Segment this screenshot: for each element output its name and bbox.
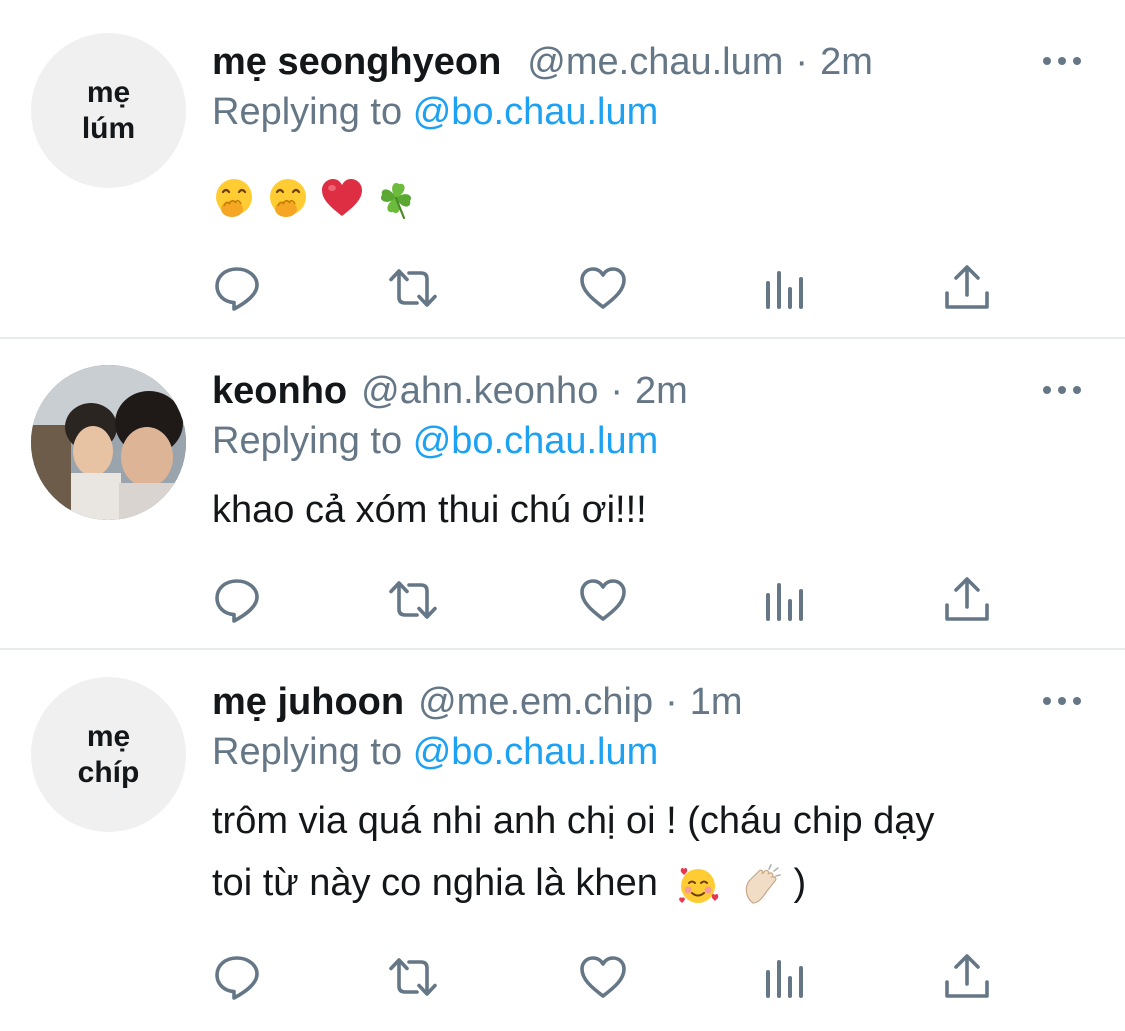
action-bar: [212, 263, 1002, 313]
avatar-text-line: mẹ: [86, 75, 131, 109]
tweet[interactable]: mẹ lúm mẹ seonghyeon @me.chau.lum · 2m R…: [0, 0, 1125, 339]
timestamp[interactable]: 1m: [690, 676, 743, 728]
mention-link[interactable]: @bo.chau.lum: [413, 731, 659, 773]
smiling-face-with-hearts-icon: [676, 863, 720, 907]
tweet-body-line: toi từ này co nghia là khen ): [212, 852, 806, 914]
display-name[interactable]: mẹ juhoon: [212, 676, 404, 728]
separator-dot: ·: [665, 681, 678, 723]
reply-icon[interactable]: [212, 952, 262, 1002]
like-icon[interactable]: [578, 263, 628, 313]
clapping-hands-icon: [739, 863, 783, 907]
mention-link[interactable]: @bo.chau.lum: [413, 91, 659, 133]
mention-link[interactable]: @bo.chau.lum: [413, 420, 659, 462]
more-icon[interactable]: [1043, 56, 1081, 66]
tweet-body: khao cả xóm thui chú ơi!!!: [212, 489, 647, 531]
red-heart-icon: [320, 176, 364, 220]
replying-to: Replying to @bo.chau.lum: [212, 416, 658, 466]
avatar-text-line: mẹ: [86, 719, 131, 753]
body-text: toi từ này co nghia là khen: [212, 862, 658, 904]
replying-to: Replying to @bo.chau.lum: [212, 727, 658, 777]
share-icon[interactable]: [942, 575, 992, 625]
retweet-icon[interactable]: [388, 263, 438, 313]
avatar[interactable]: mẹ lúm: [31, 33, 186, 188]
four-leaf-clover-icon: [374, 176, 418, 220]
separator-dot: ·: [610, 370, 623, 412]
tweet-header: mẹ juhoon @me.em.chip · 1m: [212, 676, 743, 728]
like-icon[interactable]: [578, 952, 628, 1002]
user-handle[interactable]: @me.chau.lum: [527, 36, 783, 88]
tweet[interactable]: keonho @ahn.keonho · 2m Replying to @bo.…: [0, 339, 1125, 650]
avatar[interactable]: mẹ chíp: [31, 677, 186, 832]
reply-icon[interactable]: [212, 575, 262, 625]
tweet-header: keonho @ahn.keonho · 2m: [212, 365, 688, 417]
like-icon[interactable]: [578, 575, 628, 625]
replying-prefix: Replying to: [212, 91, 403, 133]
tweet[interactable]: mẹ chíp mẹ juhoon @me.em.chip · 1m Reply…: [0, 650, 1125, 1031]
separator-dot: ·: [795, 41, 809, 83]
display-name[interactable]: keonho: [212, 365, 347, 417]
action-bar: [212, 952, 1002, 1002]
face-with-hand-over-mouth-icon: [266, 176, 310, 220]
face-with-hand-over-mouth-icon: [212, 176, 256, 220]
views-icon[interactable]: [760, 575, 810, 625]
user-handle[interactable]: @ahn.keonho: [361, 365, 598, 417]
reply-icon[interactable]: [212, 263, 262, 313]
more-icon[interactable]: [1043, 385, 1081, 395]
replying-to: Replying to @bo.chau.lum: [212, 87, 658, 137]
profile-photo: [31, 365, 186, 520]
avatar[interactable]: [31, 365, 186, 520]
display-name[interactable]: mẹ seonghyeon: [212, 36, 501, 88]
replying-prefix: Replying to: [212, 731, 403, 773]
action-bar: [212, 575, 1002, 625]
body-text-end: ): [793, 862, 807, 904]
share-icon[interactable]: [942, 263, 992, 313]
timestamp[interactable]: 2m: [635, 365, 688, 417]
tweet-body-line: trôm via quá nhi anh chị oi ! (cháu chip…: [212, 800, 935, 842]
more-icon[interactable]: [1043, 696, 1081, 706]
tweet-header: mẹ seonghyeon @me.chau.lum · 2m: [212, 36, 873, 88]
avatar-text-line: lúm: [81, 111, 136, 145]
views-icon[interactable]: [760, 952, 810, 1002]
retweet-icon[interactable]: [388, 575, 438, 625]
replying-prefix: Replying to: [212, 420, 403, 462]
user-handle[interactable]: @me.em.chip: [418, 676, 653, 728]
views-icon[interactable]: [760, 263, 810, 313]
timestamp[interactable]: 2m: [820, 36, 873, 88]
retweet-icon[interactable]: [388, 952, 438, 1002]
tweet-body: [212, 165, 418, 227]
share-icon[interactable]: [942, 952, 992, 1002]
avatar-text-line: chíp: [77, 755, 140, 789]
